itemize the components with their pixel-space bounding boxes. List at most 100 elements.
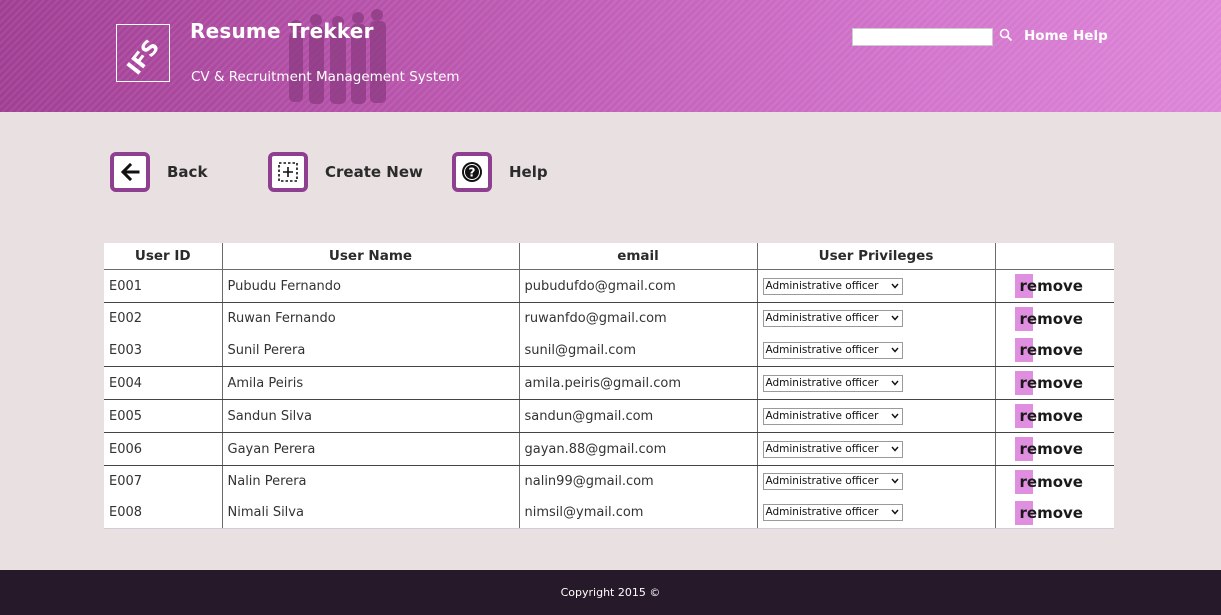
- user-name-cell: Nalin Perera: [221, 465, 519, 497]
- column-header-user-name: User Name: [221, 243, 519, 270]
- privilege-select[interactable]: Administrative officer: [762, 407, 903, 425]
- search-icon[interactable]: [999, 28, 1013, 42]
- help-button[interactable]: ? Help: [452, 152, 552, 192]
- email-cell: sunil@gmail.com: [518, 334, 757, 367]
- privilege-select-value: Administrative officer: [765, 475, 879, 487]
- back-button[interactable]: Back: [110, 152, 210, 192]
- user-name-cell: Ruwan Fernando: [221, 302, 519, 334]
- page-header: IFS Resume Trekker CV & Recruitment Mana…: [0, 0, 1221, 112]
- email-cell: ruwanfdo@gmail.com: [518, 302, 757, 334]
- user-id-cell: E008: [104, 497, 222, 529]
- privilege-select-value: Administrative officer: [765, 442, 879, 455]
- table-row: E007 Nalin Perera nalin99@gmail.com Admi…: [104, 465, 1114, 497]
- privilege-select-value: Administrative officer: [765, 343, 879, 356]
- chevron-down-icon: [890, 413, 899, 419]
- email-cell: nalin99@gmail.com: [518, 465, 757, 497]
- privilege-select-value: Administrative officer: [765, 409, 879, 422]
- privilege-select[interactable]: Administrative officer: [762, 440, 903, 458]
- user-id-cell: E003: [104, 334, 222, 367]
- remove-button[interactable]: remove: [1014, 404, 1083, 428]
- remove-cell: remove: [994, 366, 1114, 400]
- user-name-cell: Gayan Perera: [221, 432, 519, 466]
- search-input[interactable]: [852, 28, 993, 46]
- remove-button[interactable]: remove: [1014, 469, 1083, 494]
- user-id-cell: E005: [104, 399, 222, 433]
- back-label: Back: [167, 163, 208, 181]
- chevron-down-icon: [890, 315, 899, 321]
- user-name-cell: Sandun Silva: [221, 399, 519, 433]
- remove-cell: remove: [994, 269, 1114, 303]
- app-title: Resume Trekker: [190, 19, 374, 43]
- user-id-cell: E006: [104, 432, 222, 466]
- table-row: E004 Amila Peiris amila.peiris@gmail.com…: [104, 366, 1114, 400]
- remove-button[interactable]: remove: [1014, 306, 1083, 331]
- privilege-select[interactable]: Administrative officer: [762, 341, 903, 359]
- remove-cell: remove: [994, 334, 1114, 367]
- table-row: E001 Pubudu Fernando pubudufdo@gmail.com…: [104, 269, 1114, 303]
- privilege-select[interactable]: Administrative officer: [762, 277, 903, 295]
- privilege-select[interactable]: Administrative officer: [762, 310, 903, 327]
- table-row: E005 Sandun Silva sandun@gmail.com Admin…: [104, 399, 1114, 433]
- nav-help-link[interactable]: Help: [1073, 28, 1108, 44]
- email-cell: sandun@gmail.com: [518, 399, 757, 433]
- copyright-text: Copyright 2015 ©: [560, 586, 661, 599]
- remove-button[interactable]: remove: [1014, 437, 1083, 461]
- privilege-select-value: Administrative officer: [765, 312, 879, 324]
- chevron-down-icon: [890, 509, 899, 515]
- privilege-cell: Administrative officer: [756, 497, 995, 529]
- privilege-cell: Administrative officer: [756, 366, 995, 400]
- privilege-select-value: Administrative officer: [765, 376, 879, 389]
- user-name-cell: Pubudu Fernando: [221, 269, 519, 303]
- remove-button[interactable]: remove: [1014, 371, 1083, 395]
- user-id-cell: E002: [109, 311, 143, 326]
- app-subtitle: CV & Recruitment Management System: [191, 69, 460, 85]
- back-arrow-icon: [110, 152, 150, 192]
- ifs-logo: IFS: [116, 24, 170, 82]
- create-new-label: Create New: [325, 163, 423, 181]
- chevron-down-icon: [890, 380, 899, 386]
- user-name-cell: Nimali Silva: [221, 497, 519, 529]
- privilege-cell: Administrative officer: [756, 269, 995, 303]
- user-id-cell: E007: [109, 474, 143, 489]
- user-id-cell: E004: [104, 366, 222, 400]
- remove-button[interactable]: remove: [1014, 500, 1083, 525]
- privilege-select[interactable]: Administrative officer: [762, 374, 903, 392]
- users-table: User ID User Name email User Privileges …: [104, 243, 1114, 529]
- chevron-down-icon: [890, 446, 899, 452]
- privilege-cell: Administrative officer: [756, 399, 995, 433]
- help-label: Help: [509, 163, 548, 181]
- table-row: E006 Gayan Perera gayan.88@gmail.com Adm…: [104, 432, 1114, 466]
- nav-home-link[interactable]: Home: [1024, 28, 1068, 44]
- privilege-select[interactable]: Administrative officer: [762, 504, 903, 521]
- page-footer: Copyright 2015 ©: [0, 570, 1221, 615]
- remove-cell: remove: [994, 399, 1114, 433]
- table-row: E003 Sunil Perera sunil@gmail.com Admini…: [104, 334, 1114, 367]
- table-row: E008 Nimali Silva nimsil@ymail.com Admin…: [104, 497, 1114, 529]
- user-name-cell: Amila Peiris: [221, 366, 519, 400]
- privilege-select-value: Administrative officer: [765, 506, 879, 518]
- chevron-down-icon: [890, 347, 899, 353]
- create-new-button[interactable]: Create New: [268, 152, 423, 192]
- privilege-cell: Administrative officer: [756, 334, 995, 367]
- remove-cell: remove: [994, 302, 1114, 334]
- email-cell: nimsil@ymail.com: [518, 497, 757, 529]
- svg-text:IFS: IFS: [122, 35, 164, 79]
- privilege-cell: Administrative officer: [756, 465, 995, 497]
- email-cell: amila.peiris@gmail.com: [518, 366, 757, 400]
- column-header-actions: [994, 243, 1114, 270]
- column-header-email: email: [518, 243, 757, 270]
- table-header-row: User ID User Name email User Privileges: [104, 243, 1114, 270]
- column-header-user-id: User ID: [104, 243, 222, 270]
- remove-cell: remove: [994, 497, 1114, 529]
- add-box-icon: [268, 152, 308, 192]
- help-circle-icon: ?: [452, 152, 492, 192]
- privilege-cell: Administrative officer: [756, 432, 995, 466]
- remove-cell: remove: [994, 432, 1114, 466]
- user-name-cell: Sunil Perera: [221, 334, 519, 367]
- privilege-select[interactable]: Administrative officer: [762, 473, 903, 490]
- remove-button[interactable]: remove: [1014, 338, 1083, 362]
- remove-button[interactable]: remove: [1014, 274, 1083, 298]
- column-header-user-privileges: User Privileges: [756, 243, 995, 270]
- chevron-down-icon: [890, 478, 899, 484]
- remove-cell: remove: [994, 465, 1114, 497]
